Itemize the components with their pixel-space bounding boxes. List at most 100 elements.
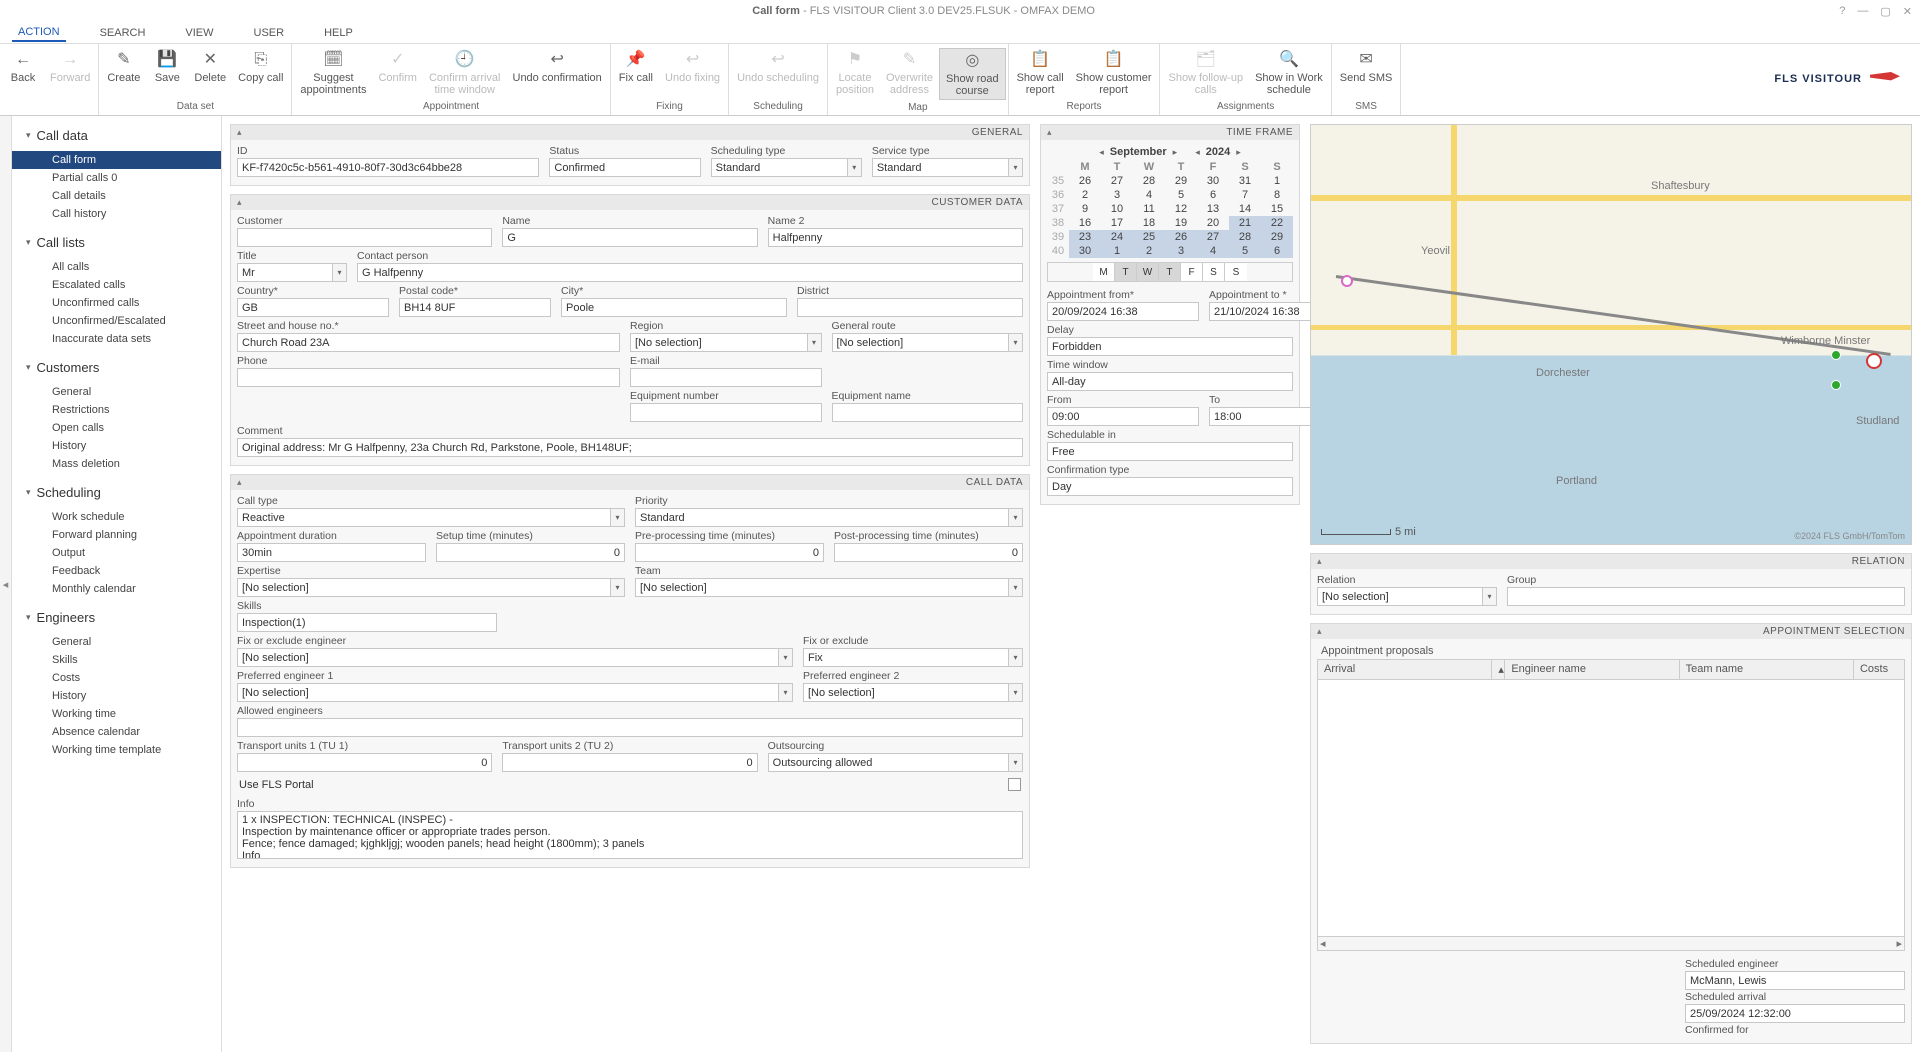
- cal-day[interactable]: 14: [1229, 202, 1261, 216]
- cal-day[interactable]: 13: [1197, 202, 1229, 216]
- calendar-grid[interactable]: MTWTFSS352627282930311362345678379101112…: [1047, 160, 1293, 258]
- cal-day[interactable]: 3: [1101, 188, 1133, 202]
- cal-day[interactable]: 19: [1165, 216, 1197, 230]
- servtype-dropdown[interactable]: ▾: [1008, 158, 1023, 177]
- cal-day[interactable]: 6: [1197, 188, 1229, 202]
- prev-year-icon[interactable]: ◂: [1193, 147, 1202, 158]
- nav-item-call-form[interactable]: Call form: [12, 151, 221, 169]
- ribbon-back[interactable]: ←Back: [2, 48, 44, 86]
- table-body[interactable]: [1317, 679, 1905, 937]
- map-pin-origin[interactable]: [1341, 275, 1353, 287]
- cal-day[interactable]: 27: [1197, 230, 1229, 244]
- maximize-icon[interactable]: ▢: [1880, 5, 1890, 18]
- country-input[interactable]: [237, 298, 389, 317]
- nav-item-mass-deletion[interactable]: Mass deletion: [12, 455, 221, 473]
- menu-help[interactable]: HELP: [318, 25, 359, 41]
- cal-day[interactable]: 9: [1069, 202, 1101, 216]
- postproc-input[interactable]: [834, 543, 1023, 562]
- table-scrollbar[interactable]: ◂▸: [1317, 937, 1905, 951]
- district-input[interactable]: [797, 298, 1023, 317]
- cal-day[interactable]: 25: [1133, 230, 1165, 244]
- ribbon-suggest[interactable]: 🗓Suggestappointments: [294, 48, 372, 98]
- city-input[interactable]: [561, 298, 787, 317]
- region-dropdown[interactable]: ▾: [807, 333, 822, 352]
- cal-day[interactable]: 26: [1069, 174, 1101, 188]
- setup-input[interactable]: [436, 543, 625, 562]
- email-input[interactable]: [630, 368, 822, 387]
- map-pin-green[interactable]: [1831, 380, 1841, 390]
- team-dropdown[interactable]: ▾: [1008, 578, 1023, 597]
- cal-day[interactable]: 23: [1069, 230, 1101, 244]
- nav-item-output[interactable]: Output: [12, 544, 221, 562]
- collapse-icon[interactable]: ▴: [237, 197, 242, 208]
- menu-search[interactable]: SEARCH: [94, 25, 152, 41]
- eqname-input[interactable]: [832, 403, 1024, 422]
- ribbon-call-report[interactable]: 📋Show callreport: [1011, 48, 1070, 98]
- ribbon-create[interactable]: ✎Create: [101, 48, 146, 86]
- cal-day[interactable]: 2: [1133, 244, 1165, 258]
- dow-6[interactable]: S: [1225, 263, 1247, 281]
- sidebar-collapse-icon[interactable]: ◂: [0, 116, 12, 1052]
- sort-icon[interactable]: ▴: [1492, 660, 1505, 679]
- cal-day[interactable]: 24: [1101, 230, 1133, 244]
- tw-input[interactable]: [1047, 372, 1293, 391]
- pref2-dropdown[interactable]: ▾: [1008, 683, 1023, 702]
- street-input[interactable]: [237, 333, 620, 352]
- skills-input[interactable]: [237, 613, 497, 632]
- schedtype-dropdown[interactable]: ▾: [847, 158, 862, 177]
- ribbon-fix-call[interactable]: 📌Fix call: [613, 48, 659, 86]
- eqnum-input[interactable]: [630, 403, 822, 422]
- cal-day[interactable]: 29: [1165, 174, 1197, 188]
- nav-section-customers[interactable]: Customers: [12, 354, 221, 381]
- cal-day[interactable]: 4: [1133, 188, 1165, 202]
- title-dropdown[interactable]: ▾: [332, 263, 347, 282]
- collapse-icon[interactable]: ▴: [1047, 127, 1052, 138]
- collapse-icon[interactable]: ▴: [237, 127, 242, 138]
- allowed-input[interactable]: [237, 718, 1023, 737]
- ribbon-undo-conf[interactable]: ↩Undo confirmation: [507, 48, 608, 86]
- sched-arr-input[interactable]: [1685, 1004, 1905, 1023]
- ribbon-delete[interactable]: ✕Delete: [188, 48, 232, 86]
- col-costs[interactable]: Costs: [1854, 660, 1904, 679]
- ribbon-cust-report[interactable]: 📋Show customerreport: [1070, 48, 1158, 98]
- dow-1[interactable]: T: [1115, 263, 1137, 281]
- cal-day[interactable]: 10: [1101, 202, 1133, 216]
- cal-day[interactable]: 29: [1261, 230, 1293, 244]
- cal-day[interactable]: 3: [1165, 244, 1197, 258]
- nav-item-general[interactable]: General: [12, 633, 221, 651]
- cal-day[interactable]: 7: [1229, 188, 1261, 202]
- info-textarea[interactable]: [237, 811, 1023, 859]
- cal-day[interactable]: 18: [1133, 216, 1165, 230]
- cal-day[interactable]: 21: [1229, 216, 1261, 230]
- close-icon[interactable]: ✕: [1903, 5, 1912, 18]
- nav-item-working-time-template[interactable]: Working time template: [12, 741, 221, 759]
- nav-section-call-lists[interactable]: Call lists: [12, 229, 221, 256]
- cal-day[interactable]: 28: [1229, 230, 1261, 244]
- nav-item-all-calls[interactable]: All calls: [12, 258, 221, 276]
- cal-day[interactable]: 20: [1197, 216, 1229, 230]
- nav-item-forward-planning[interactable]: Forward planning: [12, 526, 221, 544]
- cal-day[interactable]: 22: [1261, 216, 1293, 230]
- nav-item-inaccurate-data-sets[interactable]: Inaccurate data sets: [12, 330, 221, 348]
- nav-item-call-details[interactable]: Call details: [12, 187, 221, 205]
- nav-item-history[interactable]: History: [12, 687, 221, 705]
- status-field[interactable]: Confirmed: [549, 158, 700, 177]
- collapse-icon[interactable]: ▴: [237, 477, 242, 488]
- appt-from-input[interactable]: [1047, 302, 1199, 321]
- nav-section-call-data[interactable]: Call data: [12, 122, 221, 149]
- delay-input[interactable]: [1047, 337, 1293, 356]
- expertise-dropdown[interactable]: ▾: [610, 578, 625, 597]
- cal-day[interactable]: 2: [1069, 188, 1101, 202]
- contact-input[interactable]: [357, 263, 1023, 282]
- group-input[interactable]: [1507, 587, 1905, 606]
- cal-day[interactable]: 30: [1197, 174, 1229, 188]
- dow-4[interactable]: F: [1181, 263, 1203, 281]
- nav-item-absence-calendar[interactable]: Absence calendar: [12, 723, 221, 741]
- ribbon-send-sms[interactable]: ✉Send SMS: [1334, 48, 1399, 86]
- nav-item-partial-calls-0[interactable]: Partial calls 0: [12, 169, 221, 187]
- conftype-input[interactable]: [1047, 477, 1293, 496]
- priority-dropdown[interactable]: ▾: [1008, 508, 1023, 527]
- collapse-icon[interactable]: ▴: [1317, 556, 1322, 567]
- dow-0[interactable]: M: [1093, 263, 1115, 281]
- cal-day[interactable]: 16: [1069, 216, 1101, 230]
